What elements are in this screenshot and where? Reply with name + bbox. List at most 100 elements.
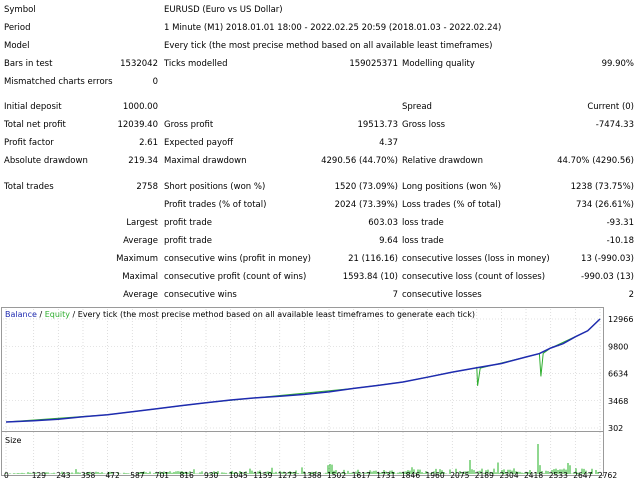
- x-tick-label-10: 1159: [253, 471, 272, 480]
- symbol-label: Symbol: [4, 5, 36, 15]
- maximal-cons-loss-value: -990.03 (13): [581, 272, 634, 282]
- maximum-label: Maximum: [116, 254, 158, 264]
- average-loss-value: -10.18: [606, 236, 634, 246]
- y-tick-label-2: 6634: [608, 370, 628, 379]
- bars-label: Bars in test: [4, 59, 53, 69]
- max-cons-wins-label: consecutive wins (profit in money): [164, 254, 311, 264]
- short-label: Short positions (won %): [164, 182, 266, 192]
- x-tick-label-2: 243: [56, 471, 71, 480]
- max-cons-wins-value: 21 (116.16): [348, 254, 398, 264]
- max-cons-losses-value: 13 (-990.03): [581, 254, 634, 264]
- maximal-cons-profit-label: consecutive profit (count of wins): [164, 272, 307, 282]
- model-label: Model: [4, 41, 30, 51]
- x-tick-label-21: 2418: [524, 471, 543, 480]
- avg-cons-losses-value: 2: [628, 290, 634, 300]
- x-tick-label-16: 1846: [401, 471, 420, 480]
- avg-cons-losses-label: consecutive losses: [402, 290, 482, 300]
- total-trades-label: Total trades: [4, 182, 54, 192]
- loss-trades-value: 734 (26.61%): [576, 200, 634, 210]
- largest-loss-value: -93.31: [606, 218, 634, 228]
- largest-profit-label: profit trade: [164, 218, 212, 228]
- loss-trades-label: Loss trades (% of total): [402, 200, 501, 210]
- spread-value: Current (0): [587, 102, 634, 112]
- net-profit-value: 12039.40: [117, 120, 158, 130]
- y-tick-label-0: 302: [608, 424, 623, 433]
- rel-drawdown-label: Relative drawdown: [402, 156, 483, 166]
- x-tick-label-6: 701: [155, 471, 170, 480]
- y-tick-label-4: 12966: [608, 315, 633, 324]
- x-tick-label-7: 816: [179, 471, 194, 480]
- x-tick-label-22: 2533: [549, 471, 568, 480]
- gross-loss-label: Gross loss: [402, 120, 446, 130]
- x-tick-label-13: 1502: [327, 471, 346, 480]
- initial-deposit-label: Initial deposit: [4, 102, 62, 112]
- gross-profit-value: 19513.73: [357, 120, 398, 130]
- legend-sep2: /: [70, 310, 78, 319]
- max-drawdown-value: 4290.56 (44.70%): [321, 156, 398, 166]
- net-profit-label: Total net profit: [4, 120, 66, 130]
- x-tick-label-11: 1273: [278, 471, 297, 480]
- gross-profit-label: Gross profit: [164, 120, 214, 130]
- largest-loss-label: loss trade: [402, 218, 444, 228]
- average-loss-label: loss trade: [402, 236, 444, 246]
- long-label: Long positions (won %): [402, 182, 502, 192]
- quality-label: Modelling quality: [402, 59, 475, 69]
- y-tick-label-3: 9800: [608, 342, 628, 351]
- y-tick-labels: 302 3468 6634 9800 12966: [608, 315, 633, 433]
- ticks-value: 159025371: [349, 59, 398, 69]
- avg-cons-wins-value: 7: [392, 290, 398, 300]
- expected-payoff-label: Expected payoff: [164, 138, 234, 148]
- maximal-label: Maximal: [122, 272, 158, 282]
- quality-value: 99.90%: [601, 59, 634, 69]
- x-tick-label-18: 2075: [450, 471, 469, 480]
- total-trades-value: 2758: [136, 182, 158, 192]
- x-tick-label-4: 472: [106, 471, 121, 480]
- x-tick-label-12: 1388: [303, 471, 322, 480]
- equity-chart-panel: 302 3468 6634 9800 12966 0 129 243 358 472 587 701…: [0, 307, 640, 480]
- rel-drawdown-value: 44.70% (4290.56): [557, 156, 634, 166]
- x-tick-label-0: 0: [4, 471, 9, 480]
- max-cons-losses-label: consecutive losses (loss in money): [402, 254, 550, 264]
- gross-loss-value: -7474.33: [595, 120, 634, 130]
- x-tick-label-1: 129: [32, 471, 47, 480]
- x-tick-label-23: 2647: [573, 471, 592, 480]
- abs-drawdown-label: Absolute drawdown: [4, 156, 88, 166]
- largest-label: Largest: [126, 218, 158, 228]
- legend-equity: Equity: [45, 310, 71, 319]
- avg-cons-wins-label: consecutive wins: [164, 290, 237, 300]
- average2-label: Average: [123, 290, 158, 300]
- legend-sep1: /: [37, 310, 45, 319]
- profit-factor-label: Profit factor: [4, 138, 54, 148]
- maximal-cons-loss-label: consecutive loss (count of losses): [402, 272, 546, 282]
- x-tick-label-15: 1731: [376, 471, 395, 480]
- y-tick-label-1: 3468: [608, 397, 628, 406]
- mismatched-value: 0: [152, 77, 158, 87]
- legend-description: Every tick (the most precise method base…: [78, 310, 475, 319]
- equity-chart: 302 3468 6634 9800 12966 0 129 243 358 472 587 701…: [1, 307, 633, 480]
- symbol-value: EURUSD (Euro vs US Dollar): [164, 5, 283, 15]
- abs-drawdown-value: 219.34: [128, 156, 158, 166]
- chart-border: [1, 307, 604, 476]
- average-label: Average: [123, 236, 158, 246]
- x-tick-label-3: 358: [81, 471, 96, 480]
- period-label: Period: [4, 23, 31, 33]
- legend-balance: Balance: [5, 310, 37, 319]
- x-tick-label-17: 1960: [426, 471, 445, 480]
- profit-factor-value: 2.61: [139, 138, 158, 148]
- initial-deposit-value: 1000.00: [122, 102, 158, 112]
- expected-payoff-value: 4.37: [379, 138, 398, 148]
- ticks-label: Ticks modelled: [164, 59, 228, 69]
- size-panel-label: Size: [5, 436, 22, 445]
- short-value: 1520 (73.09%): [334, 182, 398, 192]
- x-tick-label-5: 587: [130, 471, 145, 480]
- profit-trades-value: 2024 (73.39%): [334, 200, 398, 210]
- largest-profit-value: 603.03: [368, 218, 398, 228]
- chart-legend: Balance / Equity / Every tick (the most …: [5, 310, 475, 319]
- long-value: 1238 (73.75%): [570, 182, 634, 192]
- profit-trades-label: Profit trades (% of total): [164, 200, 267, 210]
- x-tick-label-14: 1617: [352, 471, 371, 480]
- average-profit-label: profit trade: [164, 236, 212, 246]
- max-drawdown-label: Maximal drawdown: [164, 156, 247, 166]
- maximal-cons-profit-value: 1593.84 (10): [342, 272, 398, 282]
- average-profit-value: 9.64: [379, 236, 398, 246]
